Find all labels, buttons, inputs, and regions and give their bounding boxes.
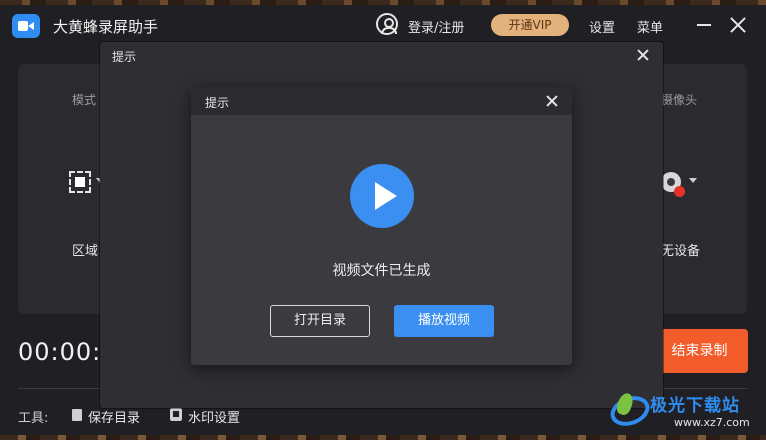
site-watermark-name: 极光下载站 — [650, 396, 740, 416]
region-select-icon[interactable] — [69, 171, 91, 193]
play-icon[interactable] — [350, 164, 414, 228]
save-directory-button[interactable]: 保存目录 — [88, 407, 140, 426]
folder-icon[interactable] — [72, 409, 82, 421]
mode-label: 模式 — [72, 93, 97, 107]
watermark-settings-button[interactable]: 水印设置 — [188, 407, 240, 426]
app-title: 大黄蜂录屏助手 — [53, 18, 159, 36]
login-register-link[interactable]: 登录/注册 — [408, 17, 464, 36]
settings-button[interactable]: 设置 — [589, 17, 615, 36]
close-icon[interactable] — [728, 15, 748, 35]
dialog-header: 提示 — [191, 87, 572, 115]
minimize-icon[interactable] — [697, 24, 711, 26]
dialog-title: 提示 — [205, 96, 230, 110]
open-directory-button[interactable]: 打开目录 — [270, 305, 370, 337]
camera-device-label: 无设备 — [661, 244, 701, 259]
region-label: 区域 — [72, 244, 99, 259]
titlebar: 大黄蜂录屏助手 登录/注册 开通VIP 设置 菜单 — [0, 5, 766, 45]
tools-label: 工具: — [18, 411, 49, 426]
site-logo-icon — [608, 389, 644, 425]
dialog-message: 视频文件已生成 — [332, 263, 431, 279]
user-icon[interactable] — [376, 13, 398, 35]
stop-recording-button[interactable]: 结束录制 — [651, 329, 748, 373]
site-watermark-url: www.xz7.com — [674, 416, 750, 429]
video-camera-icon — [12, 14, 40, 38]
menu-button[interactable]: 菜单 — [637, 17, 663, 36]
app-window: 大黄蜂录屏助手 登录/注册 开通VIP 设置 菜单 模式 区域 未选 。 摄像头… — [0, 5, 766, 435]
camera-disabled-badge-icon — [674, 186, 685, 197]
close-icon[interactable] — [636, 48, 650, 62]
close-icon[interactable] — [545, 94, 559, 108]
outer-dialog-title: 提示 — [112, 50, 137, 64]
play-video-button[interactable]: 播放视频 — [394, 305, 494, 337]
background-film-strip-bottom — [0, 435, 766, 440]
watermark-icon[interactable] — [170, 408, 182, 421]
video-generated-dialog: 提示 视频文件已生成 打开目录 播放视频 — [191, 87, 572, 365]
camera-label: 摄像头 — [661, 93, 698, 107]
chevron-down-icon[interactable] — [689, 178, 697, 183]
vip-button[interactable]: 开通VIP — [491, 14, 569, 36]
